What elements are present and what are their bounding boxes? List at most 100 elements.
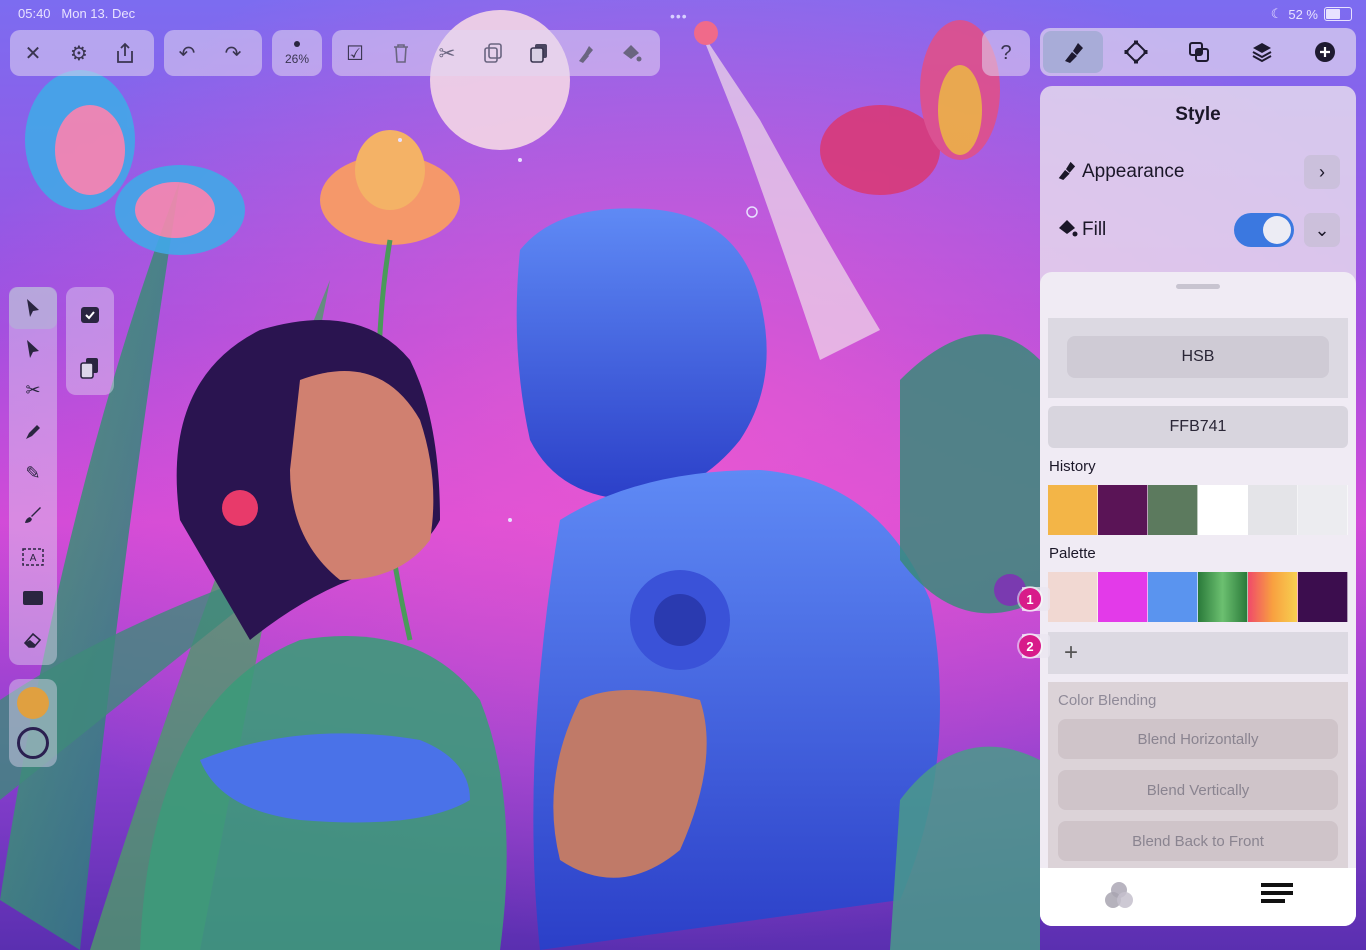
callout-badge-2: 2 [1019,635,1041,657]
inspector-tabs [1040,28,1356,76]
vector-brush-icon [25,507,41,524]
palette-swatch[interactable] [1098,572,1148,622]
fill-toggle[interactable] [1234,213,1294,247]
tool-palette: ✂ ✎ A [9,287,57,665]
close-button[interactable]: ✕ [10,30,56,76]
history-swatch[interactable] [1048,485,1098,535]
eraser-icon [23,632,42,648]
style-panel: Style Appearance › Fill ⌄ HSB FFB741 His… [1040,86,1356,926]
color-mode-label: HSB [1181,348,1215,365]
panel-footer [1040,868,1356,926]
palette-swatch[interactable] [1048,572,1098,622]
appearance-row[interactable]: Appearance › [1056,152,1340,192]
pen-tool[interactable] [9,412,57,454]
palette-swatch[interactable] [1148,572,1198,622]
history-label: History [1049,458,1096,475]
direct-select-tool[interactable] [9,329,57,371]
history-swatches [1048,485,1348,535]
multitask-dots[interactable]: ••• [670,8,688,24]
shape-rect-icon [23,591,43,606]
eraser-tool[interactable] [9,619,57,661]
cut-button[interactable]: ✂ [424,30,470,76]
callout-badge-1: 1 [1019,588,1041,610]
tab-path[interactable] [1106,31,1166,73]
appearance-label: Appearance [1082,161,1185,182]
settings-button[interactable]: ⚙ [56,30,102,76]
redo-button[interactable]: ↷ [210,30,256,76]
blend-vertically-button[interactable]: Blend Vertically [1058,770,1338,810]
settings-icon: ⚙ [70,42,88,65]
paste-button[interactable] [516,30,562,76]
tab-layers[interactable] [1232,31,1292,73]
tab-style[interactable] [1043,31,1103,73]
style-icon [1056,160,1082,185]
scissors-tool[interactable]: ✂ [9,370,57,412]
add-palette-button[interactable]: + [1064,639,1078,667]
delete-button[interactable] [378,30,424,76]
zoom-control[interactable]: 26% [272,30,322,76]
paste-style-button[interactable] [562,30,608,76]
copy-icon [484,43,502,63]
hex-field[interactable]: FFB741 [1048,406,1348,448]
fill-style-button[interactable] [608,30,654,76]
fill-bucket-icon [623,45,642,62]
chevron-right-icon: › [1319,161,1325,182]
history-swatch[interactable] [1148,485,1198,535]
fill-color-well[interactable] [17,687,49,719]
history-swatch[interactable] [1098,485,1148,535]
history-toolbar: ↶ ↷ [164,30,262,76]
style-icon [1064,43,1083,63]
add-palette-row[interactable]: + [1048,632,1348,674]
history-swatch[interactable] [1298,485,1348,535]
blend-horizontally-button[interactable]: Blend Horizontally [1058,719,1338,759]
history-swatch[interactable] [1248,485,1298,535]
blend-back-to-front-button[interactable]: Blend Back to Front [1058,821,1338,861]
chevron-down-icon: ⌄ [1314,219,1330,240]
share-button[interactable] [102,30,148,76]
stroke-color-well[interactable] [17,727,49,759]
status-date: Mon 13. Dec [61,6,136,21]
layers-icon [1252,43,1272,63]
brush-tool[interactable] [9,495,57,537]
fill-bucket-icon [1056,218,1082,243]
select-all-quick-button[interactable] [66,287,114,341]
tab-add[interactable] [1295,31,1355,73]
palette-swatch[interactable] [1248,572,1298,622]
fill-label: Fill [1082,219,1107,240]
status-time: 05:40 [18,6,51,21]
sheet-grabber[interactable] [1176,284,1220,289]
help-button[interactable]: ? [982,30,1030,76]
fill-expand-button[interactable]: ⌄ [1304,213,1340,247]
pencil-icon: ✎ [25,463,41,484]
text-tool[interactable]: A [9,536,57,578]
select-all-icon: ☑ [346,42,364,65]
undo-icon: ↶ [178,42,196,65]
paste-icon [530,44,547,63]
boolean-icon [1188,42,1209,62]
scissors-icon: ✂ [25,380,41,401]
scissors-icon: ✂ [438,42,456,65]
moon-icon: ☾ [1270,6,1283,21]
panel-title: Style [1175,104,1221,125]
document-toolbar: ✕ ⚙ [10,30,154,76]
appearance-chevron-button[interactable]: › [1304,155,1340,189]
select-tool[interactable] [9,287,57,329]
tab-arrange[interactable] [1169,31,1229,73]
align-button[interactable] [1260,882,1294,913]
copy-button[interactable] [470,30,516,76]
select-arrow-icon [27,298,39,317]
palette-swatch[interactable] [1198,572,1248,622]
paste-quick-button[interactable] [66,341,114,395]
zoom-level: 26% [284,51,310,66]
pencil-tool[interactable]: ✎ [9,453,57,495]
palette-swatch[interactable] [1298,572,1348,622]
color-mode-button[interactable]: HSB [1067,336,1329,378]
history-swatch[interactable] [1198,485,1248,535]
shape-tool[interactable] [9,578,57,620]
battery-icon [1324,7,1352,21]
direct-select-icon [27,340,39,359]
color-mixer-button[interactable] [1103,880,1135,915]
color-blending-title: Color Blending [1058,692,1157,709]
undo-button[interactable]: ↶ [164,30,210,76]
select-all-button[interactable]: ☑ [332,30,378,76]
